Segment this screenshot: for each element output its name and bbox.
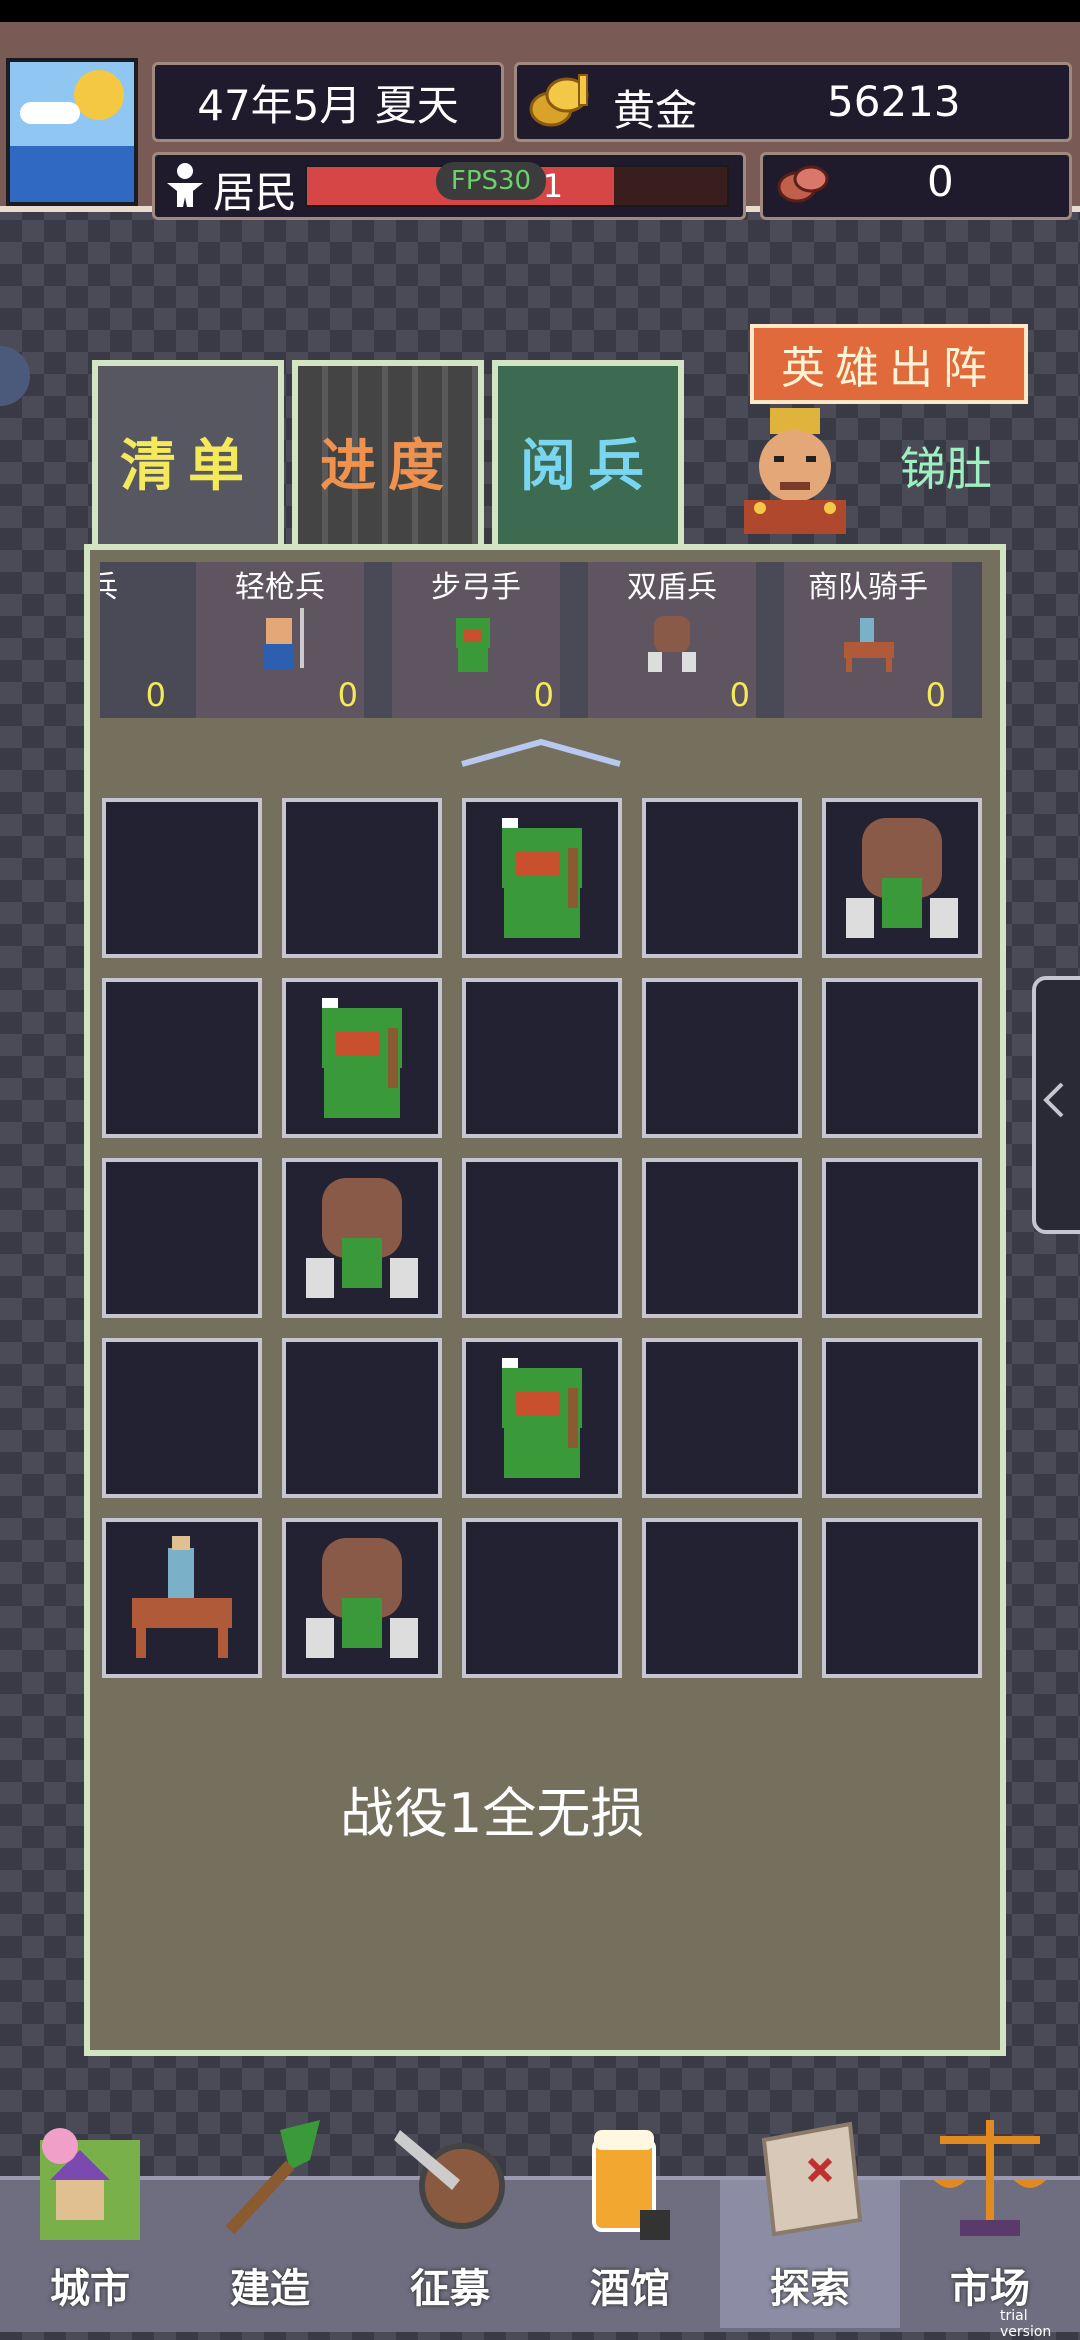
archer-icon — [502, 1358, 582, 1478]
grid-cell[interactable] — [642, 1158, 802, 1318]
scale-icon — [934, 2120, 1046, 2236]
trial-watermark: trial version — [1000, 2308, 1052, 2340]
nav-recruit[interactable]: 征募 — [360, 2110, 540, 2328]
nav-market[interactable]: 市场 — [900, 2110, 1080, 2328]
grid-cell[interactable] — [282, 978, 442, 1138]
grid-cell[interactable] — [462, 1158, 622, 1318]
grid-cell[interactable] — [102, 1338, 262, 1498]
grid-cell[interactable] — [282, 1338, 442, 1498]
status-bar — [0, 0, 1080, 22]
archer-icon — [322, 998, 402, 1118]
unit-name: 步兵 — [100, 570, 118, 605]
grid-cell[interactable] — [822, 1338, 982, 1498]
unit-name: 双盾兵 — [627, 570, 717, 605]
grid-cell[interactable] — [462, 798, 622, 958]
meat-display: 0 — [760, 152, 1072, 220]
gold-value: 56213 — [827, 77, 961, 126]
grid-cell[interactable] — [822, 1518, 982, 1678]
hero-portrait-icon[interactable] — [730, 404, 860, 534]
grid-cell[interactable] — [282, 1518, 442, 1678]
grid-cell[interactable] — [642, 1518, 802, 1678]
unit-count: 0 — [729, 676, 750, 714]
spearman-icon — [264, 608, 304, 670]
grid-cell[interactable] — [102, 978, 262, 1138]
hero-deploy-button[interactable]: 英雄出阵 — [750, 324, 1028, 404]
double-shield-icon — [648, 616, 696, 672]
grid-cell[interactable] — [462, 1338, 622, 1498]
nav-tavern[interactable]: 酒馆 — [540, 2110, 720, 2328]
archer-icon — [456, 618, 490, 672]
nav-label: 建造 — [230, 2266, 310, 2312]
unit-count: 0 — [533, 676, 554, 714]
fps-counter: FPS30 — [436, 162, 546, 200]
unit-count: 0 — [337, 676, 358, 714]
grid-cell[interactable] — [822, 1158, 982, 1318]
city-icon — [40, 2128, 140, 2240]
nav-explore[interactable]: 探索 — [720, 2110, 900, 2328]
unit-name: 商队骑手 — [808, 570, 928, 605]
unit-name: 轻枪兵 — [235, 570, 325, 605]
meat-icon — [777, 165, 829, 203]
shield-icon — [306, 1178, 418, 1298]
shield-icon — [846, 818, 958, 938]
rider-icon — [132, 1536, 232, 1658]
chevron-left-icon — [1043, 1082, 1064, 1118]
shield-icon — [306, 1538, 418, 1658]
date-text: 47年5月 夏天 — [197, 80, 459, 130]
grid-cell[interactable] — [102, 1158, 262, 1318]
grid-cell[interactable] — [642, 798, 802, 958]
date-display: 47年5月 夏天 — [152, 62, 504, 142]
nav-label: 市场 — [950, 2266, 1030, 2312]
unit-count: 0 — [145, 676, 166, 714]
nav-label: 城市 — [50, 2266, 130, 2312]
side-drawer-handle[interactable] — [1032, 976, 1080, 1234]
unit-strip[interactable]: 步兵 0 轻枪兵 0 步弓手 0 双盾兵 0 商队骑手 0 — [100, 562, 982, 718]
map-icon — [761, 2121, 863, 2237]
unit-name: 步弓手 — [431, 570, 521, 605]
nav-city[interactable]: 城市 — [0, 2110, 180, 2328]
unit-card[interactable]: 步弓手 0 — [392, 562, 560, 718]
gold-label: 黄金 — [613, 86, 698, 135]
unit-card[interactable]: 步兵 0 — [100, 562, 172, 718]
grid-cell[interactable] — [102, 1518, 262, 1678]
nav-label: 酒馆 — [590, 2266, 670, 2312]
tab-review[interactable]: 阅兵 — [492, 360, 684, 562]
grid-cell[interactable] — [282, 798, 442, 958]
nav-label: 征募 — [410, 2266, 490, 2312]
gold-coin-icon — [529, 74, 589, 127]
infantry-icon — [100, 608, 124, 678]
unit-card[interactable]: 商队骑手 0 — [784, 562, 952, 718]
tab-progress[interactable]: 进度 — [292, 360, 484, 562]
city-avatar[interactable] — [6, 58, 138, 206]
gold-display: 黄金 56213 — [514, 62, 1072, 142]
unit-count: 0 — [925, 676, 946, 714]
grid-cell[interactable] — [822, 798, 982, 958]
tab-list[interactable]: 清单 — [92, 360, 284, 562]
beer-icon — [592, 2130, 670, 2240]
grid-cell[interactable] — [642, 978, 802, 1138]
unit-card[interactable]: 轻枪兵 0 — [196, 562, 364, 718]
residents-label: 居民 — [213, 168, 298, 217]
archer-icon — [502, 818, 582, 938]
hero-name: 锑肚 — [900, 442, 992, 496]
sword-shield-icon — [394, 2130, 505, 2229]
grid-cell[interactable] — [822, 978, 982, 1138]
collapse-chevron-icon[interactable] — [456, 738, 626, 768]
left-edge-button[interactable] — [0, 346, 30, 406]
unit-card[interactable]: 双盾兵 0 — [588, 562, 756, 718]
shovel-icon — [225, 2120, 320, 2235]
grid-cell[interactable] — [642, 1338, 802, 1498]
grid-cell[interactable] — [462, 978, 622, 1138]
nav-build[interactable]: 建造 — [180, 2110, 360, 2328]
battle-status-text: 战役1全无损 — [340, 1781, 645, 1845]
meat-value: 0 — [927, 157, 954, 206]
person-icon — [167, 163, 203, 207]
caravan-rider-icon — [844, 618, 894, 672]
grid-cell[interactable] — [462, 1518, 622, 1678]
grid-cell[interactable] — [282, 1158, 442, 1318]
grid-cell[interactable] — [102, 798, 262, 958]
nav-label: 探索 — [770, 2266, 850, 2312]
